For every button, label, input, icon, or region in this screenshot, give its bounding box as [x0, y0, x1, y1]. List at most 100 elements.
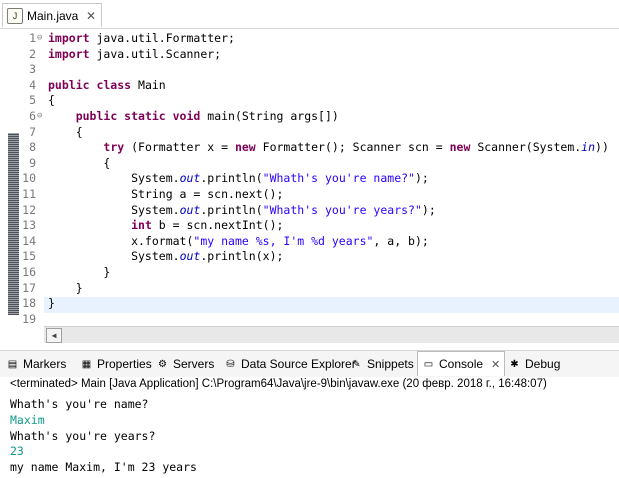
fold-collapse-icon[interactable]: ⊖: [37, 109, 42, 125]
code-token: }: [48, 265, 111, 279]
views-tab-bar: ▤ Markers ▦ Properties ⚙ Servers ⛁ Data Source …: [0, 350, 619, 378]
view-tab-label: Console: [439, 357, 484, 371]
line-number: 18: [22, 296, 36, 311]
code-token: )): [595, 140, 609, 155]
code-token: System.: [48, 171, 180, 186]
string-token: "my name %s, I'm %d years": [193, 233, 374, 248]
keyword-token: public static void: [75, 109, 201, 123]
snippets-tab[interactable]: ✎ Snippets: [350, 351, 413, 377]
java-file-icon: J: [7, 7, 23, 24]
code-token: {: [48, 93, 55, 108]
code-token: x.format(: [48, 233, 194, 248]
console-output-line: Whath's you're years?: [10, 428, 156, 443]
field-token: in: [581, 140, 596, 155]
close-icon[interactable]: ✕: [491, 358, 500, 371]
code-token: Main: [138, 77, 166, 92]
code-token: }: [48, 280, 83, 295]
code-token: {: [48, 124, 83, 139]
code-line[interactable]: System.out.println(x);: [48, 249, 283, 265]
properties-icon: ▦: [81, 358, 92, 370]
markers-tab[interactable]: ▤ Markers: [6, 351, 67, 377]
keyword-token: import: [48, 46, 90, 61]
field-token: out: [179, 171, 201, 186]
string-token: "Whath's you're name?": [262, 171, 415, 186]
line-number: 17: [22, 280, 36, 295]
debug-tab[interactable]: ✱ Debug: [508, 351, 560, 377]
console-input-line: 23: [10, 444, 24, 459]
console-tab[interactable]: ▭ Console ✕: [417, 351, 506, 376]
line-number: 5: [29, 93, 36, 108]
code-line[interactable]: }: [48, 281, 83, 297]
line-number: 12: [22, 202, 36, 217]
code-editor[interactable]: 1 ⊖ 2 3 4 5 6 ⊖ 7 8 9 10 11 12 13 14 15 16 17 18 19 import j…: [0, 29, 619, 327]
console-terminated-status: <terminated> Main [Java Application] C:\…: [10, 378, 547, 390]
code-line[interactable]: }: [48, 296, 55, 312]
code-line[interactable]: String a = scn.next();: [48, 187, 283, 203]
line-number: 7: [29, 124, 36, 139]
code-line[interactable]: import java.util.Scanner;: [48, 47, 221, 63]
horizontal-scrollbar[interactable]: ◀: [44, 326, 619, 343]
keyword-token: new: [234, 140, 256, 155]
code-line[interactable]: try (Formatter x = new Formatter(); Scan…: [48, 140, 609, 156]
code-line[interactable]: x.format("my name %s, I'm %d years", a, …: [48, 234, 429, 250]
field-token: out: [179, 249, 201, 264]
code-token: System.: [48, 202, 180, 217]
code-token: .println(: [200, 171, 263, 186]
keyword-token: int: [131, 218, 152, 233]
close-icon[interactable]: ✕: [86, 9, 96, 23]
code-token: }: [48, 296, 55, 311]
servers-tab[interactable]: ⚙ Servers: [156, 351, 214, 377]
console-view: <terminated> Main [Java Application] C:\…: [0, 377, 619, 478]
code-token: System.: [48, 249, 180, 264]
code-line[interactable]: }: [48, 265, 110, 281]
code-token: Scanner(System.: [470, 140, 582, 155]
data-source-explorer-tab[interactable]: ⛁ Data Source Explorer: [224, 351, 356, 377]
editor-tab-main-java[interactable]: J Main.java ✕: [2, 3, 102, 27]
console-icon: ▭: [423, 358, 434, 370]
line-number: 14: [22, 233, 36, 248]
view-tab-label: Servers: [173, 357, 215, 371]
code-line[interactable]: System.out.println("Whath's you're years…: [48, 203, 436, 219]
code-token: .println(: [200, 202, 263, 217]
code-token: b = scn.nextInt();: [151, 218, 284, 233]
line-number: 16: [22, 265, 36, 279]
code-line[interactable]: {: [48, 93, 55, 109]
keyword-token: try: [103, 140, 125, 155]
properties-tab[interactable]: ▦ Properties: [80, 351, 152, 377]
keyword-token: import: [48, 31, 90, 45]
console-output-line: Whath's you're name?: [10, 397, 149, 411]
view-tab-label: Markers: [23, 357, 67, 371]
console-input-line: Maxim: [10, 412, 45, 427]
fold-collapse-icon[interactable]: ⊖: [37, 31, 42, 47]
view-tab-label: Data Source Explorer: [241, 357, 356, 371]
code-line[interactable]: public class Main: [48, 78, 166, 94]
code-line[interactable]: System.out.println("Whath's you're name?…: [48, 171, 429, 187]
code-token: (Formatter x =: [124, 140, 235, 155]
line-number: 4: [29, 77, 36, 92]
database-icon: ⛁: [226, 358, 235, 370]
code-token: );: [414, 171, 429, 186]
code-token: java.util.Scanner;: [96, 46, 222, 61]
line-number: 3: [29, 62, 36, 77]
current-line-highlight: [44, 297, 619, 313]
code-token: );: [421, 202, 436, 217]
line-number: 15: [22, 249, 36, 264]
code-line[interactable]: int b = scn.nextInt();: [48, 218, 283, 234]
string-token: "Whath's you're years?": [262, 202, 422, 217]
code-line[interactable]: import java.util.Formatter;: [48, 31, 235, 47]
debug-icon: ✱: [510, 358, 519, 370]
code-token: {: [48, 155, 111, 170]
code-line[interactable]: public static void main(String args[]): [48, 109, 339, 125]
line-number: 9: [29, 155, 36, 170]
line-number: 6: [29, 109, 36, 123]
code-line[interactable]: {: [48, 125, 83, 141]
keyword-token: public class: [48, 77, 132, 92]
scroll-left-icon[interactable]: ◀: [46, 328, 62, 343]
line-number: 13: [22, 218, 36, 233]
code-line[interactable]: {: [48, 156, 110, 172]
editor-tab-label: Main.java: [27, 8, 79, 23]
view-tab-label: Properties: [97, 357, 152, 371]
